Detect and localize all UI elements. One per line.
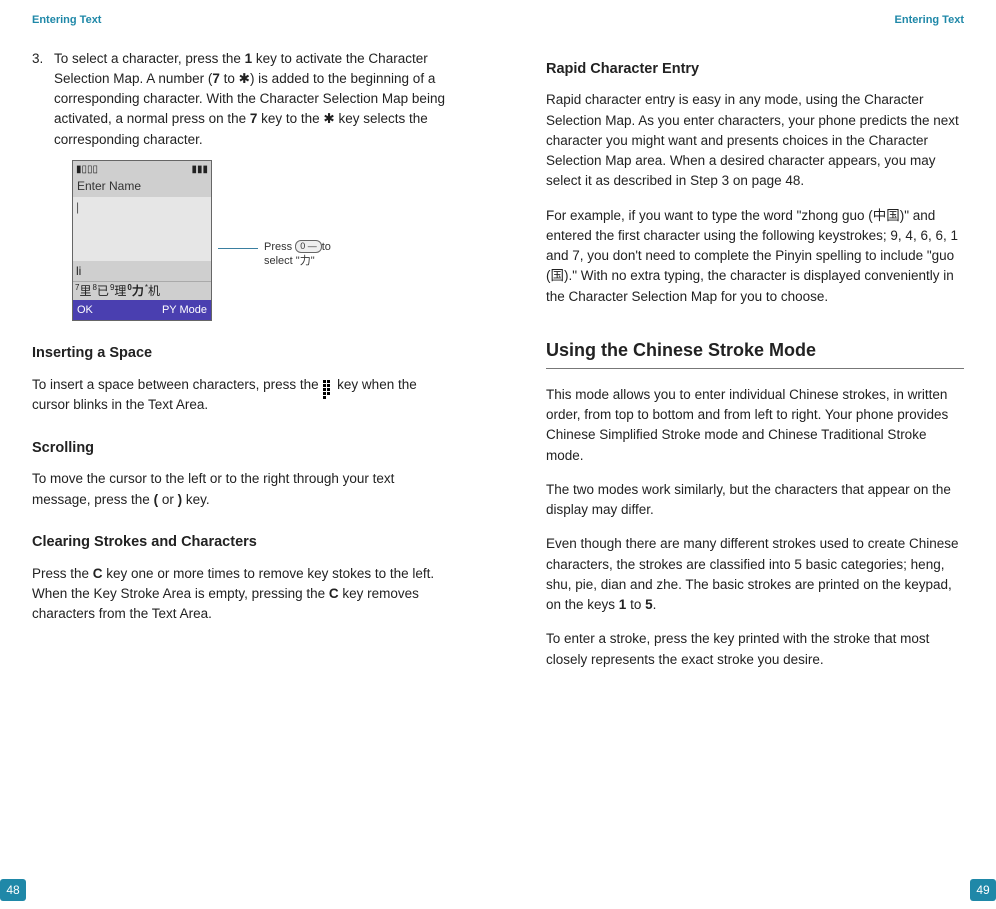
step-3: 3. To select a character, press the 1 ke… bbox=[32, 49, 450, 150]
para-rapid-1: Rapid character entry is easy in any mod… bbox=[546, 90, 964, 191]
phone-status-bar: ▮▯▯▯ ▮▮▮ bbox=[73, 161, 211, 175]
text: . bbox=[653, 597, 657, 612]
key-7: 7 bbox=[212, 71, 220, 86]
step-number: 3. bbox=[32, 49, 54, 150]
heading-scrolling: Scrolling bbox=[32, 438, 450, 460]
running-head-left: Entering Text bbox=[32, 10, 450, 49]
para-stroke-2: The two modes work similarly, but the ch… bbox=[546, 480, 964, 521]
para-stroke-1: This mode allows you to enter individual… bbox=[546, 385, 964, 466]
cand-char: 已 bbox=[97, 284, 109, 298]
text: For example, if you want to type the wor… bbox=[546, 208, 873, 223]
grid-key-icon bbox=[322, 379, 333, 390]
star-icon: ✱ bbox=[239, 71, 250, 86]
key-5: 5 bbox=[645, 597, 653, 612]
cand-char: 理 bbox=[114, 284, 126, 298]
para-stroke-3: Even though there are many different str… bbox=[546, 534, 964, 615]
chinese-zhongguo: 中国 bbox=[873, 208, 900, 223]
phone-screenshot-area: ▮▯▯▯ ▮▮▮ Enter Name | li 7里 8已 9理 0力 *机 … bbox=[72, 160, 450, 322]
text: Press bbox=[264, 241, 295, 253]
key-c: C bbox=[93, 566, 103, 581]
softkey-right: PY Mode bbox=[162, 302, 207, 319]
text: Press the bbox=[32, 566, 93, 581]
candidate-5: *机 bbox=[145, 282, 161, 300]
key-1: 1 bbox=[245, 51, 253, 66]
cand-char: 力 bbox=[132, 284, 144, 298]
text: Even though there are many different str… bbox=[546, 536, 959, 612]
phone-title: Enter Name bbox=[73, 175, 211, 197]
heading-rapid-entry: Rapid Character Entry bbox=[546, 59, 964, 81]
right-page: Entering Text Rapid Character Entry Rapi… bbox=[498, 0, 996, 909]
callout-line bbox=[218, 248, 258, 249]
para-rapid-2: For example, if you want to type the wor… bbox=[546, 206, 964, 307]
candidate-4-selected: 0力 bbox=[127, 282, 144, 300]
phone-softkey-row: OK PY Mode bbox=[73, 300, 211, 321]
para-scrolling: To move the cursor to the left or to the… bbox=[32, 469, 450, 510]
softkey-left: OK bbox=[77, 302, 93, 319]
phone-screen: ▮▯▯▯ ▮▮▮ Enter Name | li 7里 8已 9理 0力 *机 … bbox=[72, 160, 212, 322]
text: key to the bbox=[257, 111, 323, 126]
para-inserting-space: To insert a space between characters, pr… bbox=[32, 375, 450, 416]
para-stroke-4: To enter a stroke, press the key printed… bbox=[546, 629, 964, 670]
key-pill-icon: 0 — bbox=[295, 240, 322, 253]
heading-stroke-mode: Using the Chinese Stroke Mode bbox=[546, 337, 964, 364]
text: " bbox=[311, 255, 315, 267]
callout-text: Press 0 —to select "力" bbox=[264, 240, 354, 269]
battery-icon: ▮▮▮ bbox=[191, 162, 208, 174]
heading-clearing: Clearing Strokes and Characters bbox=[32, 532, 450, 554]
running-head-right: Entering Text bbox=[546, 10, 964, 49]
text: To insert a space between characters, pr… bbox=[32, 377, 322, 392]
text: key. bbox=[182, 492, 210, 507]
text: to bbox=[626, 597, 645, 612]
signal-icon: ▮▯▯▯ bbox=[76, 162, 98, 174]
phone-input-row: li bbox=[73, 261, 211, 281]
text: To select a character, press the bbox=[54, 51, 245, 66]
text: To move the cursor to the left or to the… bbox=[32, 471, 394, 506]
text: to bbox=[220, 71, 239, 86]
text: or bbox=[158, 492, 178, 507]
para-clearing: Press the C key one or more times to rem… bbox=[32, 564, 450, 625]
heading-rule bbox=[546, 368, 964, 369]
step-body: To select a character, press the 1 key t… bbox=[54, 49, 450, 150]
key-c: C bbox=[329, 586, 339, 601]
page-number-right: 49 bbox=[970, 879, 996, 901]
left-page: Entering Text 3. To select a character, … bbox=[0, 0, 498, 909]
cand-char: 里 bbox=[79, 284, 91, 298]
candidate-1: 7里 bbox=[75, 282, 92, 300]
cand-char: 机 bbox=[148, 284, 160, 298]
phone-text-area: | bbox=[73, 197, 211, 261]
chinese-guo: 国 bbox=[551, 268, 565, 283]
text: )." With no extra typing, the character … bbox=[546, 268, 954, 303]
candidate-2: 8已 bbox=[92, 282, 109, 300]
candidate-3: 9理 bbox=[110, 282, 127, 300]
heading-inserting-space: Inserting a Space bbox=[32, 343, 450, 365]
phone-candidate-row: 7里 8已 9理 0力 *机 bbox=[73, 281, 211, 300]
callout-char: 力 bbox=[300, 255, 311, 267]
page-number-left: 48 bbox=[0, 879, 26, 901]
star-icon: ✱ bbox=[323, 111, 334, 126]
